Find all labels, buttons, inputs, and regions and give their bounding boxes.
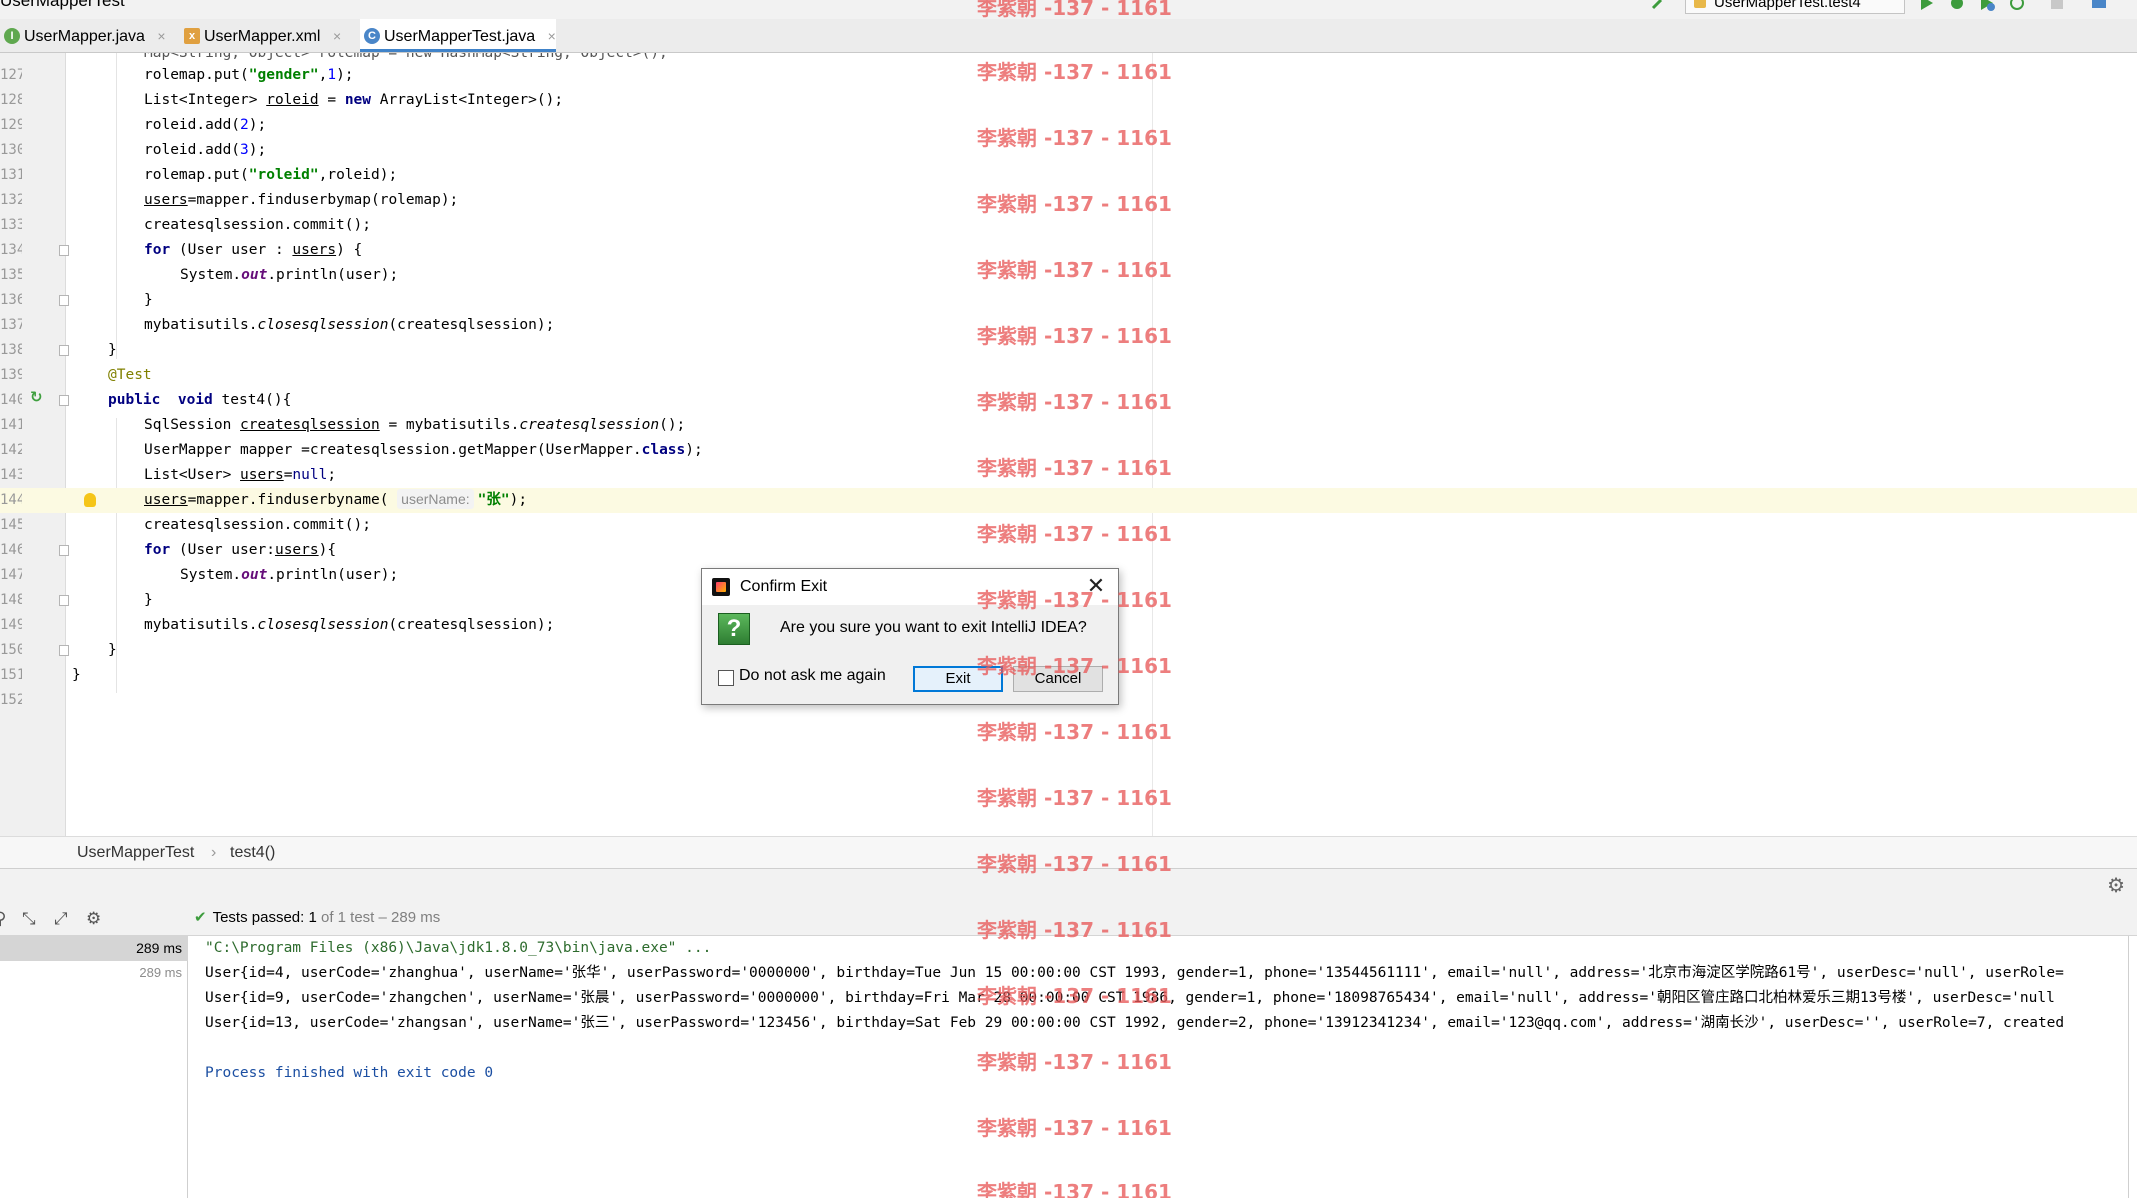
run-icon[interactable] bbox=[1918, 0, 1936, 12]
fold-marker-icon[interactable] bbox=[59, 595, 69, 606]
passed-check-icon: ✔ bbox=[194, 909, 207, 926]
stop-icon[interactable] bbox=[2048, 0, 2066, 12]
code-line: 140 ↻ public void test4(){ bbox=[0, 388, 292, 408]
tests-status: ✔ Tests passed: 1 of 1 test – 289 ms bbox=[194, 909, 441, 926]
settings-gear-icon[interactable]: ⚙ bbox=[2107, 873, 2125, 898]
profile-icon[interactable] bbox=[2008, 0, 2026, 12]
collapse-all-icon[interactable]: ⤡ bbox=[22, 909, 36, 929]
xml-file-icon: x bbox=[184, 28, 200, 44]
cancel-button[interactable]: Cancel bbox=[1013, 666, 1103, 692]
class-icon: C bbox=[364, 28, 380, 44]
code-line: 130 roleid.add(3); bbox=[0, 142, 267, 158]
dialog-title-bar: Confirm Exit ✕ bbox=[702, 569, 1118, 605]
project-structure-icon[interactable] bbox=[2090, 0, 2108, 12]
exit-button[interactable]: Exit bbox=[913, 666, 1003, 692]
run-configuration-select[interactable]: UserMapperTest.test4 bbox=[1685, 0, 1905, 14]
intention-bulb-icon[interactable] bbox=[84, 493, 96, 507]
fold-marker-icon[interactable] bbox=[59, 245, 69, 256]
close-icon[interactable]: ✕ bbox=[1082, 573, 1110, 601]
console-line: "C:\Program Files (x86)\Java\jdk1.8.0_73… bbox=[205, 940, 712, 956]
tab-close-icon[interactable]: × bbox=[548, 19, 556, 53]
run-panel-header: ⚙ bbox=[0, 868, 2137, 900]
code-line: 127 rolemap.put("gender",1); bbox=[0, 67, 354, 83]
tab-label: UserMapperTest.java bbox=[384, 28, 536, 45]
code-line: 138 } bbox=[0, 342, 117, 358]
dialog-message: Are you sure you want to exit IntelliJ I… bbox=[780, 619, 1087, 636]
title-bar: UserMapperTest UserMapperTest.test4 bbox=[0, 0, 2137, 19]
code-line: 145 createsqlsession.commit(); bbox=[0, 517, 371, 533]
fold-marker-icon[interactable] bbox=[59, 395, 69, 406]
tab-close-icon[interactable]: × bbox=[333, 19, 341, 53]
test-tree-item[interactable]: 289 ms bbox=[0, 960, 188, 985]
run-test-gutter-icon[interactable]: ↻ bbox=[30, 388, 43, 406]
tab-close-icon[interactable]: × bbox=[157, 19, 165, 53]
search-icon[interactable]: ⚲ bbox=[0, 909, 6, 929]
confirm-exit-dialog: Confirm Exit ✕ ? Are you sure you want t… bbox=[701, 568, 1119, 705]
run-toolbar: ⚲ ⤡ ⤢ ⚙ ✔ Tests passed: 1 of 1 test – 289… bbox=[0, 900, 2137, 936]
code-editor[interactable]: Map<String, Object> rolemap = new HashMa… bbox=[0, 53, 2137, 836]
interface-icon: I bbox=[4, 28, 20, 44]
code-line: 141 SqlSession createsqlsession = mybati… bbox=[0, 417, 686, 433]
console-line: Process finished with exit code 0 bbox=[205, 1065, 494, 1081]
console-line: User{id=4, userCode='zhanghua', userName… bbox=[205, 965, 2064, 981]
build-hammer-icon[interactable] bbox=[1650, 0, 1668, 12]
intellij-app-icon bbox=[712, 578, 730, 596]
do-not-ask-checkbox[interactable] bbox=[718, 670, 734, 686]
code-line: 135 System.out.println(user); bbox=[0, 267, 399, 283]
test-results-tree: 289 ms 289 ms bbox=[0, 936, 188, 1198]
code-line: 132 users=mapper.finduserbymap(rolemap); bbox=[0, 192, 459, 208]
tab-usermapper-xml[interactable]: x UserMapper.xml × bbox=[180, 19, 341, 52]
console-output[interactable]: "C:\Program Files (x86)\Java\jdk1.8.0_73… bbox=[189, 936, 2129, 1198]
question-icon: ? bbox=[718, 613, 750, 645]
fold-marker-icon[interactable] bbox=[59, 545, 69, 556]
tab-usermappertest-java[interactable]: C UserMapperTest.java × bbox=[360, 19, 556, 52]
export-icon[interactable]: ⤢ bbox=[54, 909, 68, 929]
code-line: 134 for (User user : users) { bbox=[0, 242, 363, 258]
run-with-coverage-icon[interactable] bbox=[1978, 0, 1996, 12]
code-line: 133 createsqlsession.commit(); bbox=[0, 217, 371, 233]
code-line-current: 144 users=mapper.finduserbyname( userNam… bbox=[0, 488, 2137, 513]
breadcrumb-separator: › bbox=[211, 844, 217, 861]
junit-config-icon bbox=[1694, 0, 1706, 8]
tab-label: UserMapper.java bbox=[24, 28, 145, 45]
test-tree-root[interactable]: 289 ms bbox=[0, 936, 188, 961]
code-line: 131 rolemap.put("roleid",roleid); bbox=[0, 167, 398, 183]
console-line: User{id=13, userCode='zhangsan', userNam… bbox=[205, 1015, 2065, 1031]
do-not-ask-label[interactable]: Do not ask me again bbox=[739, 667, 886, 685]
debug-icon[interactable] bbox=[1948, 0, 1966, 12]
tab-usermapper-java[interactable]: I UserMapper.java × bbox=[0, 19, 166, 52]
code-line: 139 @Test bbox=[0, 367, 152, 383]
code-line: 136 } bbox=[0, 292, 153, 308]
code-line: 129 roleid.add(2); bbox=[0, 117, 267, 133]
code-line: 137 mybatisutils.closesqlsession(creates… bbox=[0, 317, 555, 333]
code-line: 128 List<Integer> roleid = new ArrayList… bbox=[0, 92, 564, 108]
code-line: 142 UserMapper mapper =createsqlsession.… bbox=[0, 442, 703, 458]
window-title: UserMapperTest bbox=[0, 0, 125, 10]
settings-icon[interactable]: ⚙ bbox=[86, 909, 101, 929]
breadcrumb-class[interactable]: UserMapperTest bbox=[77, 837, 194, 869]
fold-marker-icon[interactable] bbox=[59, 345, 69, 356]
dialog-title: Confirm Exit bbox=[740, 578, 828, 595]
code-line: 146 for (User user:users){ bbox=[0, 542, 337, 558]
fold-marker-icon[interactable] bbox=[59, 645, 69, 656]
editor-tab-bar: I UserMapper.java × x UserMapper.xml × C… bbox=[0, 19, 2137, 53]
tab-label: UserMapper.xml bbox=[204, 28, 321, 45]
breadcrumb: UserMapperTest › test4() bbox=[0, 836, 2137, 868]
run-configuration-label: UserMapperTest.test4 bbox=[1714, 0, 1861, 11]
code-line: 143 List<User> users=null; bbox=[0, 467, 337, 483]
console-line: User{id=9, userCode='zhangchen', userNam… bbox=[205, 990, 2055, 1006]
parameter-hint: userName: bbox=[397, 489, 474, 509]
breadcrumb-method[interactable]: test4() bbox=[230, 837, 275, 869]
fold-marker-icon[interactable] bbox=[59, 295, 69, 306]
